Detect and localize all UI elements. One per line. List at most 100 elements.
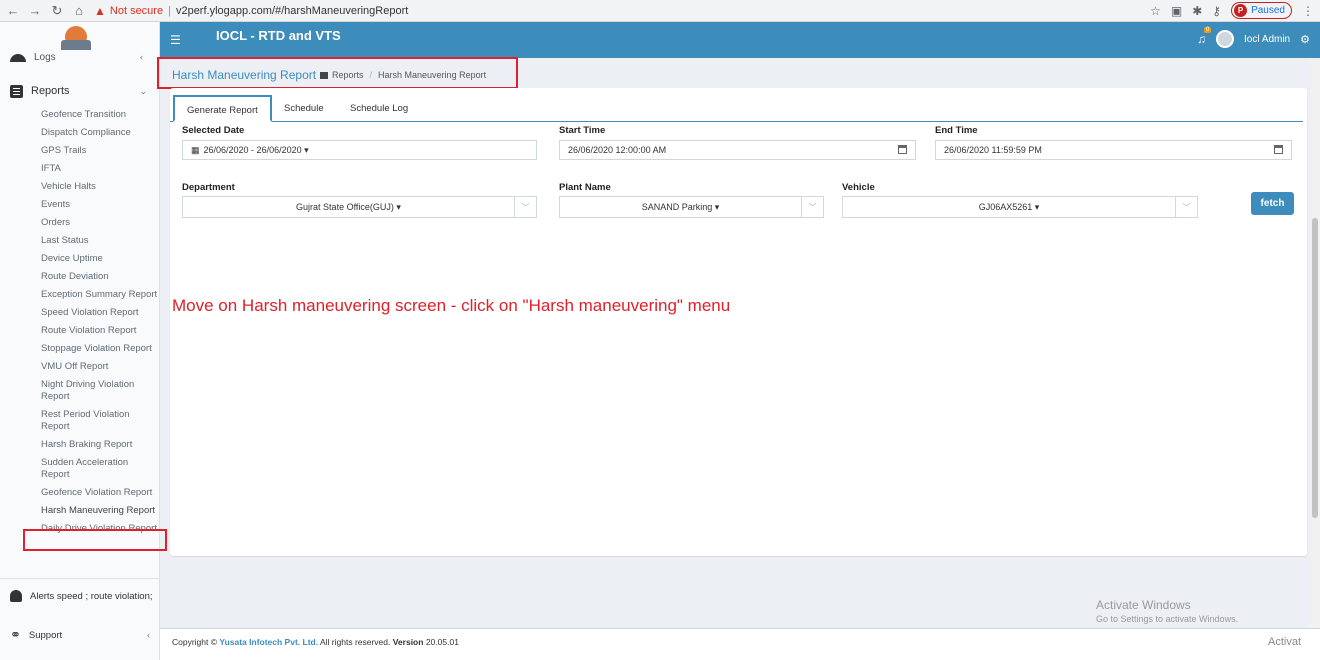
- app-title: IOCL - RTD and VTS: [216, 28, 341, 43]
- calendar-icon[interactable]: [1274, 145, 1283, 154]
- sidebar-subitem[interactable]: Sudden Acceleration Report: [41, 454, 159, 484]
- chevron-down-icon: ﹀: [801, 197, 823, 217]
- scrollbar-thumb[interactable]: [1312, 218, 1318, 518]
- sidebar-subitem[interactable]: Rest Period Violation Report: [41, 406, 159, 436]
- sidebar-subitem[interactable]: Device Uptime: [41, 250, 159, 268]
- start-time-input[interactable]: 26/06/2020 12:00:00 AM: [559, 140, 916, 160]
- tab-schedule-log[interactable]: Schedule Log: [338, 95, 420, 122]
- support-icon: ⚭: [10, 627, 21, 642]
- sidebar-item-support[interactable]: ⚭ Support ‹: [10, 627, 150, 643]
- url-separator: |: [168, 4, 171, 17]
- end-time-label: End Time: [935, 125, 978, 136]
- sidebar-item-label: Support: [28, 629, 63, 641]
- sidebar-subitem[interactable]: Orders: [41, 214, 159, 232]
- start-time-label: Start Time: [559, 125, 606, 136]
- watermark-title: Activate Windows: [1096, 598, 1191, 612]
- sidebar-item-label: Reports: [31, 85, 70, 97]
- browser-actions: ☆ ▣ ✱ ⚷ P Paused ⋮: [1150, 2, 1314, 19]
- sidebar-subitem-harsh-maneuvering[interactable]: Harsh Maneuvering Report: [41, 502, 159, 520]
- extension-icon[interactable]: ▣: [1171, 4, 1182, 18]
- chevron-down-icon: ﹀: [1175, 197, 1197, 217]
- sidebar-subitem[interactable]: Events: [41, 196, 159, 214]
- sidebar-subitem[interactable]: Exception Summary Report: [41, 286, 159, 304]
- footer: Copyright © Yusata Infotech Pvt. Ltd. Al…: [160, 628, 1320, 660]
- chevron-left-icon: ‹: [147, 630, 150, 640]
- tab-generate-report[interactable]: Generate Report: [173, 95, 272, 122]
- address-bar[interactable]: ▲ Not secure | v2perf.ylogapp.com/#/hars…: [94, 2, 408, 20]
- notification-bell-icon[interactable]: ♫ 0: [1197, 27, 1212, 46]
- vehicle-label: Vehicle: [842, 182, 875, 193]
- sidebar-item-alerts[interactable]: Alerts speed ; route violation;: [10, 590, 153, 602]
- user-name[interactable]: Iocl Admin: [1244, 34, 1290, 45]
- tab-strip: Generate Report Schedule Schedule Log: [170, 88, 1303, 122]
- department-value: Gujrat State Office(GUJ) ▾: [296, 201, 401, 212]
- department-label: Department: [182, 182, 235, 193]
- profile-button[interactable]: P Paused: [1231, 2, 1292, 19]
- sidebar-logo-area: Logs ‹: [0, 22, 159, 63]
- sidebar-item-logs[interactable]: Logs: [10, 52, 56, 63]
- key-icon[interactable]: ⚷: [1212, 4, 1221, 18]
- notification-badge: 0: [1203, 27, 1212, 33]
- highlight-box-breadcrumb: [157, 57, 518, 89]
- sidebar-subitem[interactable]: VMU Off Report: [41, 358, 159, 376]
- browser-toolbar: ← → ↻ ⌂ ▲ Not secure | v2perf.ylogapp.co…: [0, 0, 1320, 22]
- reload-icon[interactable]: ↻: [48, 3, 66, 19]
- sidebar-subitem[interactable]: Night Driving Violation Report: [41, 376, 159, 406]
- sidebar-subitem[interactable]: Speed Violation Report: [41, 304, 159, 322]
- avatar[interactable]: [1215, 30, 1234, 48]
- plant-name-label: Plant Name: [559, 182, 611, 193]
- sidebar-subitem[interactable]: IFTA: [41, 160, 159, 178]
- page-scrollbar[interactable]: [1310, 58, 1320, 660]
- puzzle-icon[interactable]: ✱: [1192, 4, 1202, 18]
- not-secure-label: Not secure: [109, 4, 164, 17]
- sidebar-subitem[interactable]: Route Deviation: [41, 268, 159, 286]
- start-time-value: 26/06/2020 12:00:00 AM: [568, 145, 667, 155]
- sidebar-subitem[interactable]: Geofence Transition: [41, 106, 159, 124]
- gear-icon[interactable]: ⚙: [1300, 33, 1310, 46]
- version-label: Version: [392, 637, 424, 647]
- sidebar-subitem[interactable]: Dispatch Compliance: [41, 124, 159, 142]
- sidebar-divider: [0, 578, 160, 579]
- activate-corner-text: Activat: [1268, 636, 1302, 648]
- end-time-input[interactable]: 26/06/2020 11:59:59 PM: [935, 140, 1292, 160]
- activate-windows-watermark: Activate Windows Go to Settings to activ…: [1096, 598, 1238, 624]
- warning-icon: ▲: [94, 3, 106, 18]
- header-actions: ♫ 0 Iocl Admin ⚙: [1197, 27, 1310, 48]
- menu-toggle-icon[interactable]: ☰: [170, 33, 181, 47]
- browser-menu-icon[interactable]: ⋮: [1302, 4, 1314, 18]
- sidebar-item-label: Alerts speed ; route violation;: [30, 590, 153, 602]
- profile-status: Paused: [1251, 5, 1285, 16]
- sidebar-subitem[interactable]: Harsh Braking Report: [41, 436, 159, 454]
- calendar-icon: ▦: [191, 144, 200, 155]
- back-arrow-icon[interactable]: ←: [4, 3, 22, 18]
- calendar-icon[interactable]: [898, 145, 907, 154]
- sidebar-subitem[interactable]: Vehicle Halts: [41, 178, 159, 196]
- chevron-down-icon: ⌄: [139, 85, 147, 96]
- vehicle-select[interactable]: GJ06AX5261 ▾ ﹀: [842, 196, 1198, 218]
- selected-date-label: Selected Date: [182, 125, 245, 136]
- tab-schedule[interactable]: Schedule: [272, 95, 336, 122]
- forward-arrow-icon[interactable]: →: [26, 3, 44, 18]
- company-link[interactable]: Yusata Infotech Pvt. Ltd.: [219, 637, 318, 647]
- department-select[interactable]: Gujrat State Office(GUJ) ▾ ﹀: [182, 196, 537, 218]
- sidebar-item-reports[interactable]: Reports ⌄: [0, 76, 159, 106]
- sidebar-subitem[interactable]: Route Violation Report: [41, 322, 159, 340]
- date-range-picker[interactable]: ▦ 26/06/2020 - 26/06/2020 ▾: [182, 140, 537, 160]
- home-icon[interactable]: ⌂: [70, 3, 88, 18]
- report-panel: Generate Report Schedule Schedule Log Se…: [170, 88, 1307, 556]
- plant-name-select[interactable]: SANAND Parking ▾ ﹀: [559, 196, 824, 218]
- reports-submenu: Geofence Transition Dispatch Compliance …: [0, 106, 159, 538]
- bell-icon: [10, 590, 22, 602]
- sidebar-subitem[interactable]: Stoppage Violation Report: [41, 340, 159, 358]
- fetch-button[interactable]: fetch: [1251, 192, 1294, 215]
- bookmark-star-icon[interactable]: ☆: [1150, 4, 1161, 18]
- sidebar-subitem[interactable]: Geofence Violation Report: [41, 484, 159, 502]
- sidebar-subitem[interactable]: Last Status: [41, 232, 159, 250]
- url-text[interactable]: v2perf.ylogapp.com/#/harshManeuveringRep…: [176, 5, 408, 17]
- top-header: ☰ IOCL - RTD and VTS ♫ 0 Iocl Admin ⚙: [160, 22, 1320, 58]
- instruction-annotation: Move on Harsh maneuvering screen - click…: [172, 296, 731, 315]
- sidebar: Logs ‹ Reports ⌄ Geofence Transition Dis…: [0, 22, 160, 660]
- logo: [61, 26, 91, 50]
- chevron-down-icon: ﹀: [514, 197, 536, 217]
- sidebar-subitem[interactable]: GPS Trails: [41, 142, 159, 160]
